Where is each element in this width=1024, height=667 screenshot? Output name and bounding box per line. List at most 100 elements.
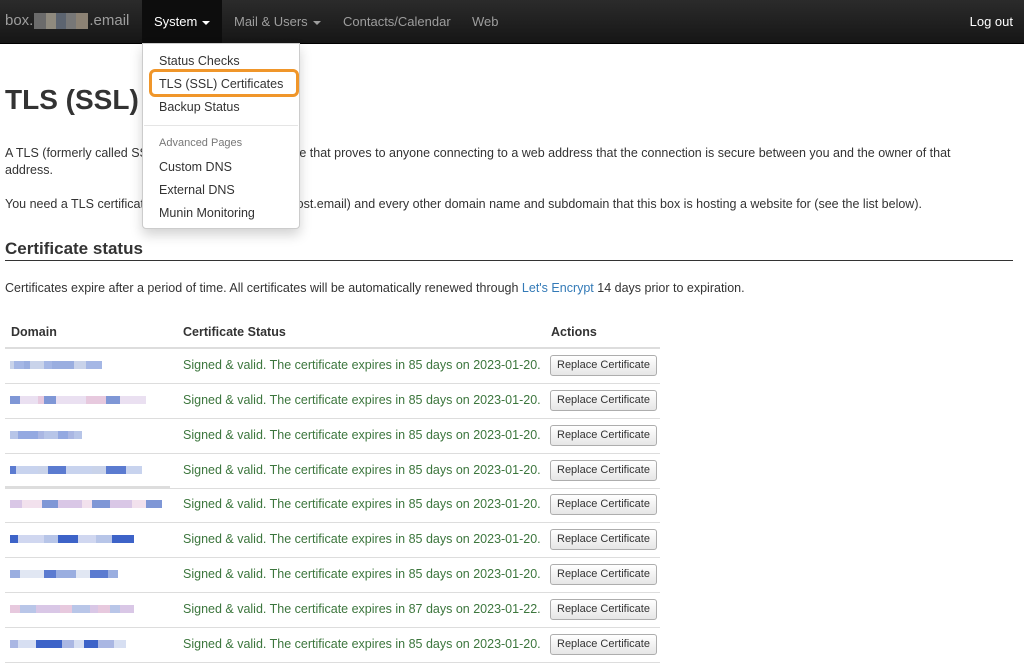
domain-pixelated[interactable] <box>10 570 118 578</box>
pixel-block <box>20 605 36 613</box>
pixel-block <box>52 361 74 369</box>
table-row: Signed & valid. The certificate expires … <box>5 523 660 558</box>
replace-certificate-button[interactable]: Replace Certificate <box>550 529 657 550</box>
certificate-status-text: Signed & valid. The certificate expires … <box>183 358 541 372</box>
pixel-block <box>10 570 20 578</box>
expiration-note: Certificates expire after a period of ti… <box>5 280 745 297</box>
replace-certificate-button[interactable]: Replace Certificate <box>550 460 657 481</box>
column-header-certificate-status: Certificate Status <box>183 325 286 339</box>
replace-certificate-button[interactable]: Replace Certificate <box>550 564 657 585</box>
replace-certificate-button[interactable]: Replace Certificate <box>550 634 657 655</box>
section-title-certificate-status: Certificate status <box>5 239 143 258</box>
pixel-block <box>10 605 20 613</box>
certificate-status-text: Signed & valid. The certificate expires … <box>183 463 541 477</box>
certificate-status-text: Signed & valid. The certificate expires … <box>183 567 541 581</box>
table-row: Signed & valid. The certificate expires … <box>5 349 660 384</box>
pixel-block <box>82 500 92 508</box>
pixel-block <box>20 396 38 404</box>
table-row: Signed & valid. The certificate expires … <box>5 488 660 523</box>
replace-certificate-button[interactable]: Replace Certificate <box>550 599 657 620</box>
pixel-block <box>36 640 62 648</box>
pixel-block <box>22 500 42 508</box>
pixel-block <box>10 535 18 543</box>
pixel-block <box>58 431 68 439</box>
pixel-block <box>132 500 146 508</box>
certificate-status-text: Signed & valid. The certificate expires … <box>183 602 541 616</box>
nav-mail-users[interactable]: Mail & Users <box>222 0 333 44</box>
pixel-block <box>56 570 76 578</box>
section-divider <box>5 260 1013 261</box>
nav-web[interactable]: Web <box>460 0 511 44</box>
pixel-block <box>112 535 134 543</box>
row-separator <box>5 486 170 489</box>
menu-header-advanced: Advanced Pages <box>159 137 243 149</box>
brand-logo[interactable]: box. .email <box>5 12 129 29</box>
intro-paragraph-1-end: address. <box>5 163 53 177</box>
domain-pixelated[interactable] <box>10 500 162 508</box>
pixel-block <box>10 500 22 508</box>
domain-pixelated[interactable] <box>10 396 146 404</box>
pixel-block <box>16 466 38 474</box>
pixel-block <box>98 605 110 613</box>
pixel-block <box>74 640 84 648</box>
table-row: Signed & valid. The certificate expires … <box>5 593 660 628</box>
pixel-block <box>108 570 118 578</box>
domain-pixelated[interactable] <box>10 640 126 648</box>
pixel-block <box>74 431 82 439</box>
intro-2-rest: x.wehost.email) and every other domain n… <box>263 197 922 211</box>
pixel-block <box>86 396 106 404</box>
pixel-block <box>56 396 86 404</box>
pixel-block <box>18 640 36 648</box>
nav-system[interactable]: System <box>142 0 223 44</box>
replace-certificate-button[interactable]: Replace Certificate <box>550 425 657 446</box>
pixel-block <box>96 535 112 543</box>
pixel-block <box>74 361 86 369</box>
certificate-status-text: Signed & valid. The certificate expires … <box>183 497 541 511</box>
intro-1-start: A TLS (formerly called SS <box>5 146 148 160</box>
pixel-block <box>66 466 92 474</box>
certificate-status-text: Signed & valid. The certificate expires … <box>183 428 541 442</box>
chevron-down-icon <box>312 20 321 25</box>
table-row: Signed & valid. The certificate expires … <box>5 628 660 663</box>
table-row: Signed & valid. The certificate expires … <box>5 454 660 489</box>
menu-divider <box>144 125 298 126</box>
domain-pixelated[interactable] <box>10 431 82 439</box>
pixel-block <box>90 605 98 613</box>
top-navbar: box. .email System Mail & Users Contacts… <box>0 0 1024 44</box>
menu-item-custom-dns[interactable]: Custom DNS <box>143 158 299 176</box>
domain-pixelated[interactable] <box>10 466 142 474</box>
logout-link[interactable]: Log out <box>970 0 1013 43</box>
pixel-block <box>44 535 58 543</box>
domain-pixelated[interactable] <box>10 361 102 369</box>
menu-item-backup-status[interactable]: Backup Status <box>143 98 299 116</box>
pixel-block <box>110 500 132 508</box>
pixel-block <box>110 605 120 613</box>
domain-pixelated[interactable] <box>10 535 134 543</box>
pixel-block <box>120 605 134 613</box>
replace-certificate-button[interactable]: Replace Certificate <box>550 355 657 376</box>
replace-certificate-button[interactable]: Replace Certificate <box>550 494 657 515</box>
column-header-domain: Domain <box>11 325 57 339</box>
pixel-block <box>14 361 24 369</box>
pixel-block <box>48 466 66 474</box>
pixel-block <box>106 396 120 404</box>
certificate-status-text: Signed & valid. The certificate expires … <box>183 637 541 651</box>
pixel-block <box>44 570 56 578</box>
pixel-block <box>90 570 108 578</box>
menu-item-status-checks[interactable]: Status Checks <box>143 52 299 70</box>
pixel-block <box>98 640 114 648</box>
nav-contacts-calendar[interactable]: Contacts/Calendar <box>331 0 463 44</box>
pixel-block <box>20 570 44 578</box>
intro-1-rest: nic file that proves to anyone connectin… <box>270 146 951 160</box>
pixel-block <box>62 640 74 648</box>
pixel-block <box>76 570 90 578</box>
domain-pixelated[interactable] <box>10 605 134 613</box>
pixel-block <box>18 535 44 543</box>
expiration-text-end: 14 days prior to expiration. <box>593 281 745 295</box>
menu-item-external-dns[interactable]: External DNS <box>143 181 299 199</box>
lets-encrypt-link[interactable]: Let's Encrypt <box>522 281 594 295</box>
replace-certificate-button[interactable]: Replace Certificate <box>550 390 657 411</box>
menu-item-munin-monitoring[interactable]: Munin Monitoring <box>143 204 299 222</box>
nav-web-label: Web <box>472 14 499 29</box>
pixel-block <box>120 396 146 404</box>
